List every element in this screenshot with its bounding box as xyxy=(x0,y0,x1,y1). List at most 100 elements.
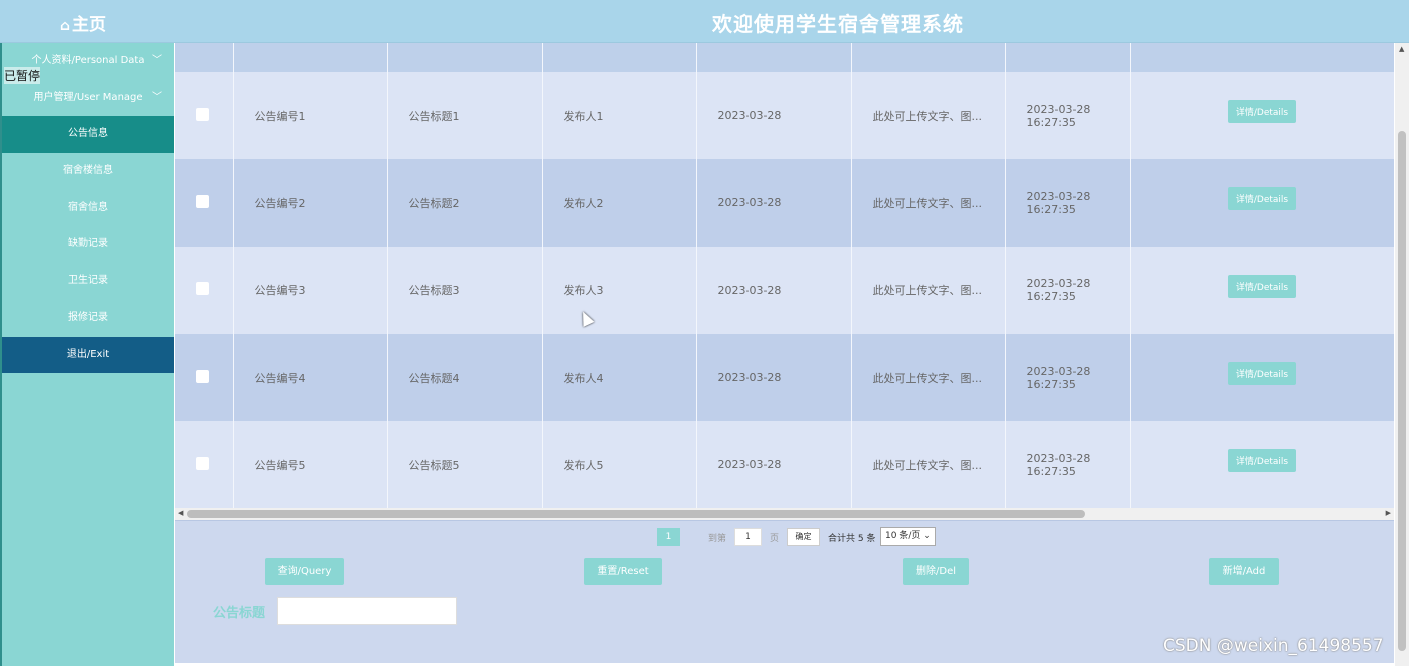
vertical-scroll-thumb[interactable] xyxy=(1398,131,1406,651)
details-button[interactable]: 详情/Details xyxy=(1227,100,1297,124)
notice-table: 公告编号1 公告标题1 发布人1 2023-03-28 此处可上传文字、图...… xyxy=(175,43,1394,508)
page-unit-label: 页 xyxy=(770,534,780,544)
column-header xyxy=(175,43,234,72)
column-header xyxy=(233,43,388,72)
sidebar: 个人资料/Personal Data ﹀ 用户管理/User Manage ﹀ 公告… xyxy=(0,43,174,666)
sidebar-item-label: 个人资料/Personal Data xyxy=(31,55,145,66)
details-button[interactable]: 详情/Details xyxy=(1227,449,1297,473)
cell-code: 公告编号4 xyxy=(233,333,388,422)
cell-code: 公告编号1 xyxy=(233,72,388,160)
page-size-value: 10 条/页 xyxy=(885,531,921,541)
cell-actions: 详情/Details xyxy=(1130,159,1394,247)
cell-date: 2023-03-28 xyxy=(696,246,852,334)
row-select-cell xyxy=(175,333,234,422)
details-button[interactable]: 详情/Details xyxy=(1227,187,1297,211)
page-number-button[interactable]: 1 xyxy=(657,528,680,546)
cell-time: 2023-03-28 16:27:35 xyxy=(1005,421,1131,508)
cell-date: 2023-03-28 xyxy=(696,421,852,508)
cell-actions: 详情/Details xyxy=(1130,72,1394,160)
table-row: 公告编号2 公告标题2 发布人2 2023-03-28 此处可上传文字、图...… xyxy=(175,159,1394,247)
main-content: 公告编号1 公告标题 1 发布人1 2023-03-28 此处可上传文字、图...… xyxy=(174,43,1395,666)
table-row: 公告编号4 公告标题4 发布人4 2023-03-28 此处可上传文字、图...… xyxy=(175,333,1394,422)
sidebar-item-exit[interactable]: 退出/Exit xyxy=(2,336,174,374)
details-button[interactable]: 详情/Details xyxy=(1227,274,1297,298)
home-link[interactable]: ⌂ 主页 xyxy=(60,10,106,35)
sidebar-item-absence[interactable]: 缺勤记录 xyxy=(2,226,174,263)
cell-code: 公告编号5 xyxy=(233,421,388,508)
query-button[interactable]: 查询/Query xyxy=(265,558,344,585)
row-checkbox[interactable] xyxy=(196,282,209,296)
notice-title-label: 公告标题 xyxy=(213,606,266,621)
row-select-cell xyxy=(175,421,234,508)
sidebar-item-notices[interactable]: 公告信息 xyxy=(2,116,174,154)
column-header xyxy=(542,43,697,72)
sidebar-item-user-manage[interactable]: 用户管理/User Manage ﹀ xyxy=(2,80,174,117)
row-checkbox[interactable] xyxy=(196,107,209,121)
cell-actions: 详情/Details xyxy=(1130,333,1394,422)
watermark: CSDN @weixin_61498557 xyxy=(1163,636,1384,656)
table-row: 公告编号3 公告标题3 发布人3 2023-03-28 此处可上传文字、图...… xyxy=(175,246,1394,334)
cell-actions: 详情/Details xyxy=(1130,246,1394,334)
table-row: 公告编号5 公告标题5 发布人5 2023-03-28 此处可上传文字、图...… xyxy=(175,421,1394,508)
column-header xyxy=(851,43,1006,72)
row-checkbox[interactable] xyxy=(196,194,209,208)
cell-content: 此处可上传文字、图... xyxy=(851,421,1006,508)
cell-publisher: 发布人4 xyxy=(542,333,697,422)
total-count: 合计共 5 条 xyxy=(828,534,876,544)
scroll-left-arrow-icon[interactable]: ◀ xyxy=(178,509,183,517)
table-header-row xyxy=(175,43,1394,72)
chevron-down-icon: ⌄ xyxy=(923,531,931,541)
sidebar-item-label: 宿舍信息 xyxy=(68,201,108,213)
cell-content: 此处可上传文字、图... xyxy=(851,72,1006,160)
home-icon: ⌂ xyxy=(60,18,71,34)
details-button[interactable]: 详情/Details xyxy=(1227,362,1297,386)
table-row: 公告编号1 公告标题1 发布人1 2023-03-28 此处可上传文字、图...… xyxy=(175,72,1394,160)
sidebar-item-label: 报修记录 xyxy=(68,311,108,323)
notice-title-input[interactable] xyxy=(277,597,457,625)
cell-title: 公告标题2 xyxy=(387,159,543,247)
sidebar-item-hygiene[interactable]: 卫生记录 xyxy=(2,263,174,300)
cell-time: 2023-03-28 16:27:35 xyxy=(1005,72,1131,160)
page-size-select[interactable]: 10 条/页 ⌄ xyxy=(880,527,936,546)
cell-content: 此处可上传文字、图... xyxy=(851,159,1006,247)
sidebar-item-label: 用户管理/User Manage xyxy=(33,91,143,103)
home-label: 主页 xyxy=(72,15,107,35)
sidebar-item-buildings[interactable]: 宿舍楼信息 xyxy=(2,153,174,190)
confirm-page-button[interactable]: 确定 xyxy=(787,528,820,546)
column-header xyxy=(387,43,543,72)
column-header xyxy=(1005,43,1131,72)
scroll-up-arrow-icon[interactable]: ▲ xyxy=(1399,45,1404,53)
goto-label: 到第 xyxy=(708,534,727,544)
delete-button[interactable]: 删除/Del xyxy=(903,558,969,585)
scroll-right-arrow-icon[interactable]: ▶ xyxy=(1386,509,1391,517)
cell-time: 2023-03-28 16:27:35 xyxy=(1005,246,1131,334)
cell-publisher: 发布人2 xyxy=(542,159,697,247)
cell-publisher: 发布人1 xyxy=(542,72,697,160)
cell-date: 2023-03-28 xyxy=(696,333,852,422)
reset-button[interactable]: 重置/Reset xyxy=(584,558,662,585)
pagination: 1 到第 1 页 确定 合计共 5 条 10 条/页 ⌄ xyxy=(175,520,1394,550)
row-select-cell xyxy=(175,159,234,247)
column-header xyxy=(696,43,852,72)
vertical-scrollbar[interactable]: ▲ xyxy=(1395,43,1409,666)
cell-date: 2023-03-28 xyxy=(696,159,852,247)
goto-page-input[interactable]: 1 xyxy=(734,528,762,546)
sidebar-item-label: 缺勤记录 xyxy=(68,238,108,250)
cell-title: 公告标题3 xyxy=(387,246,543,334)
sidebar-item-label: 公告信息 xyxy=(68,128,108,140)
sidebar-item-label: 退出/Exit xyxy=(66,348,110,360)
cell-content: 此处可上传文字、图... xyxy=(851,333,1006,422)
sidebar-item-label: 宿舍楼信息 xyxy=(63,165,113,177)
horizontal-scrollbar[interactable]: ◀ ▶ xyxy=(175,508,1394,520)
row-checkbox[interactable] xyxy=(196,456,209,470)
row-checkbox[interactable] xyxy=(196,369,209,383)
sidebar-item-repairs[interactable]: 报修记录 xyxy=(2,300,174,337)
cell-content: 此处可上传文字、图... xyxy=(851,246,1006,334)
cell-time: 2023-03-28 16:27:35 xyxy=(1005,333,1131,422)
add-button[interactable]: 新增/Add xyxy=(1209,558,1279,585)
sidebar-item-dorms[interactable]: 宿舍信息 xyxy=(2,190,174,227)
horizontal-scroll-thumb[interactable] xyxy=(187,510,1085,518)
row-select-cell xyxy=(175,72,234,160)
sidebar-item-label: 卫生记录 xyxy=(68,275,108,287)
app-title: 欢迎使用学生宿舍管理系统 xyxy=(712,12,964,36)
